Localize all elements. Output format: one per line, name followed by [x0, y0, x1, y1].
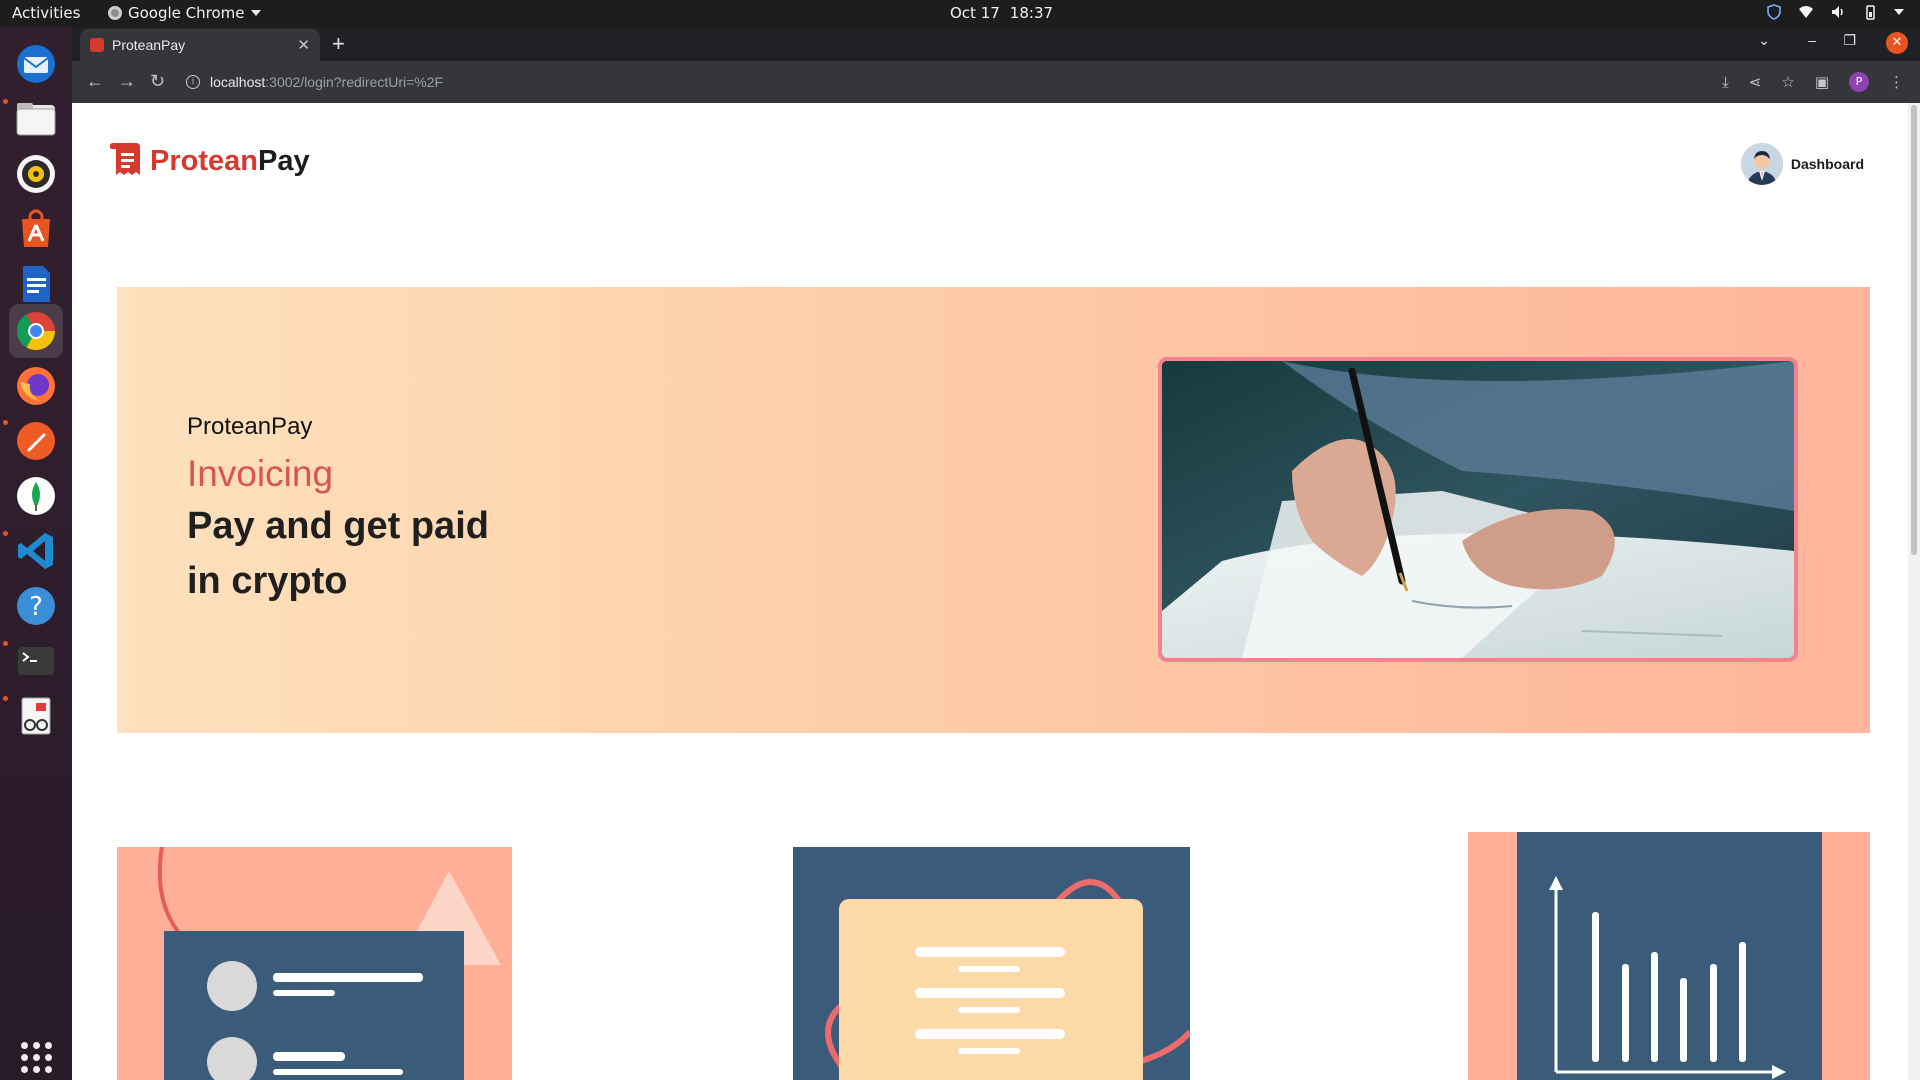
terminal-icon[interactable] [9, 634, 63, 688]
web-page: ProteanPay Dashboard ProteanPay Invoicin… [72, 103, 1920, 1080]
firefox-icon[interactable] [9, 359, 63, 413]
install-app-icon[interactable]: ⤓ [1722, 73, 1729, 91]
app-center-icon[interactable] [9, 202, 63, 256]
proteanpay-favicon-icon [90, 38, 104, 52]
scrollbar-thumb[interactable] [1911, 105, 1917, 555]
shield-icon [1767, 4, 1781, 20]
feature-illustration-document [793, 847, 1190, 1080]
hero-brand: ProteanPay [187, 413, 313, 440]
profile-avatar[interactable]: P [1849, 72, 1869, 92]
help-icon[interactable]: ? [9, 579, 63, 633]
logo-receipt-icon [110, 143, 140, 175]
site-info-icon[interactable]: i [186, 75, 200, 89]
restore-button[interactable]: ❐ [1843, 32, 1856, 49]
writer-icon[interactable] [9, 257, 63, 311]
proteanpay-logo[interactable]: ProteanPay [110, 141, 310, 181]
dashboard-link[interactable]: Dashboard [1740, 143, 1864, 185]
logo-text-protean: Protean [150, 144, 258, 177]
rhythmbox-icon[interactable] [9, 147, 63, 201]
battery-icon [1866, 5, 1875, 20]
wifi-icon [1799, 6, 1813, 18]
clock-date: Oct 17 [950, 4, 1000, 22]
toolbar-actions: ⤓ ⋖ ☆ ▣ P ⋮ [1722, 72, 1904, 92]
feature-illustration-analytics [1468, 832, 1870, 1080]
feature-illustration-profiles [117, 847, 512, 1080]
minimize-button[interactable]: – [1808, 32, 1816, 48]
show-apps-icon[interactable] [9, 1030, 63, 1080]
app-menu[interactable]: Google Chrome [108, 4, 261, 22]
address-bar[interactable]: i localhost:3002/login?redirectUri=%2F [182, 67, 1722, 97]
running-indicator [3, 420, 8, 425]
back-arrow-icon[interactable]: ← [86, 71, 104, 92]
chrome-small-icon [108, 6, 122, 20]
kebab-menu-icon[interactable]: ⋮ [1889, 73, 1904, 91]
postman-icon[interactable] [9, 414, 63, 468]
system-tray[interactable] [1766, 4, 1904, 20]
hero-headline-line-1: Pay and get paid [187, 505, 489, 547]
clock[interactable]: Oct 17 18:37 [950, 4, 1053, 22]
new-tab-button[interactable]: + [332, 31, 345, 57]
url-path: :3002/login?redirectUri=%2F [265, 74, 444, 90]
url-host: localhost [210, 74, 266, 90]
files-icon[interactable] [9, 92, 63, 146]
forward-arrow-icon[interactable]: → [118, 71, 136, 92]
chrome-icon[interactable] [9, 304, 63, 358]
browser-toolbar: ← → ↻ i localhost:3002/login?redirectUri… [72, 61, 1920, 103]
thunderbird-icon[interactable] [9, 37, 63, 91]
browser-tab[interactable]: ProteanPay ✕ [80, 29, 320, 61]
hero-headline-line-2: in crypto [187, 560, 348, 602]
share-icon[interactable]: ⋖ [1749, 73, 1762, 91]
bookmark-star-icon[interactable]: ☆ [1781, 73, 1794, 91]
hero-subtitle: Invoicing [187, 453, 334, 494]
running-indicator [3, 641, 8, 646]
system-top-bar: Activities Google Chrome Oct 17 18:37 [0, 0, 1920, 27]
hero-banner: ProteanPay Invoicing Pay and get paid in… [117, 287, 1870, 733]
system-menu-chevron-icon [1894, 9, 1904, 15]
clock-time: 18:37 [1009, 4, 1054, 22]
mongodb-compass-icon[interactable] [9, 469, 63, 523]
document-viewer-icon[interactable] [9, 689, 63, 743]
side-panel-icon[interactable]: ▣ [1815, 73, 1829, 91]
tab-title: ProteanPay [112, 37, 186, 53]
running-indicator [3, 531, 8, 536]
dashboard-label: Dashboard [1790, 156, 1864, 172]
volume-icon [1832, 6, 1843, 18]
tab-search-icon[interactable]: ⌄ [1758, 32, 1770, 49]
tab-close-icon[interactable]: ✕ [297, 36, 310, 54]
reload-icon[interactable]: ↻ [150, 71, 165, 92]
svg-text:?: ? [29, 592, 43, 622]
page-scrollbar[interactable] [1908, 103, 1920, 1080]
user-avatar [1740, 143, 1783, 185]
logo-text-pay: Pay [257, 144, 310, 177]
chevron-down-icon [250, 10, 261, 16]
running-indicator [3, 99, 8, 104]
activities-button[interactable]: Activities [12, 4, 80, 22]
app-menu-label: Google Chrome [128, 4, 245, 22]
running-indicator [3, 696, 8, 701]
vscode-icon[interactable] [9, 524, 63, 578]
browser-tab-strip: ProteanPay ✕ + ⌄ – ❐ ✕ [72, 27, 1920, 61]
window-close-button[interactable]: ✕ [1886, 32, 1908, 54]
ubuntu-dock: ? [0, 27, 72, 1080]
hero-signing-photo [1158, 357, 1798, 662]
